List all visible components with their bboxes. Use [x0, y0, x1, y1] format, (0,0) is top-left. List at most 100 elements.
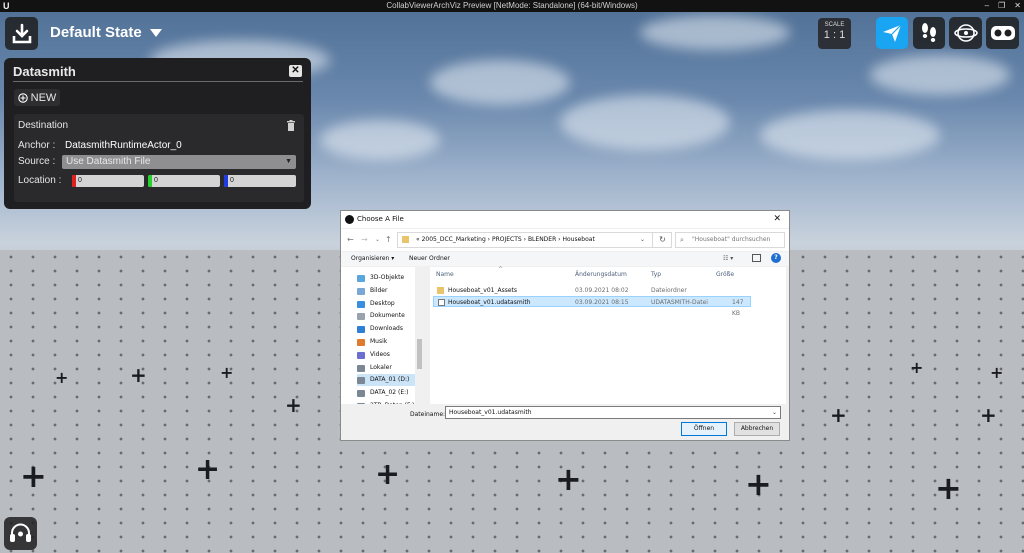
trash-icon[interactable] [286, 120, 296, 131]
filename-input[interactable]: Houseboat_v01.udatasmith ⌄ [445, 406, 781, 419]
location-icon [357, 390, 365, 398]
nav-item[interactable]: Videos [357, 349, 417, 361]
location-z-field[interactable]: 0 [224, 175, 296, 187]
file-row[interactable]: Houseboat_v01.udatasmith 03.09.2021 08:1… [433, 296, 751, 317]
column-header-size[interactable]: Größe [716, 271, 734, 278]
nav-scrollbar[interactable] [415, 267, 424, 404]
chevron-down-icon: ⌄ [771, 409, 777, 416]
nav-item[interactable]: Desktop [357, 298, 417, 310]
nav-item[interactable]: Dokumente [357, 310, 417, 322]
location-icon [357, 339, 365, 346]
nav-item[interactable]: Downloads [357, 323, 417, 335]
minimize-button[interactable]: – [985, 0, 989, 12]
download-button[interactable] [5, 17, 38, 50]
location-x-field[interactable]: 0 [72, 175, 144, 187]
cancel-button[interactable]: Abbrechen [734, 422, 780, 436]
address-bar[interactable]: « 2005_DCC_Marketing › PROJECTS › BLENDE… [397, 232, 672, 248]
navigation-pane: 3D-Objekte Bilder Desktop Dokumente Download… [341, 267, 424, 404]
close-window-button[interactable]: ✕ [1014, 0, 1021, 12]
organize-button[interactable]: Organisieren ▾ [351, 255, 394, 262]
nav-item[interactable]: Lokaler Datenträ [357, 362, 417, 383]
location-icon [357, 275, 365, 282]
nav-item-label: Musik [370, 338, 388, 345]
walk-button[interactable] [913, 17, 945, 49]
orbit-icon [953, 24, 978, 42]
nav-item-label: Videos [370, 350, 390, 358]
nav-item[interactable]: 2TB_Daten (F:) [357, 400, 417, 404]
new-folder-button[interactable]: Neuer Ordner [409, 255, 450, 262]
datasmith-panel: Datasmith ✕ NEW Destination Anchor : Dat… [4, 58, 311, 209]
support-button[interactable] [4, 517, 37, 550]
location-icon [357, 326, 365, 334]
scale-label: SCALE [824, 22, 845, 28]
nav-item[interactable]: DATA_02 (E:) [357, 387, 417, 399]
file-name: Houseboat_v01_Assets [448, 287, 518, 294]
orbit-button[interactable] [949, 17, 982, 49]
search-input[interactable]: ⌕ "Houseboat" durchsuchen [675, 232, 785, 248]
filename-row: Dateiname: Houseboat_v01.udatasmith ⌄ [341, 406, 789, 422]
file-icon [438, 299, 445, 306]
breadcrumb-item[interactable]: PROJECTS [492, 236, 522, 243]
scale-indicator[interactable]: SCALE 1 : 1 [818, 18, 851, 49]
back-arrow-icon[interactable]: ← [347, 235, 354, 244]
vr-button[interactable] [986, 17, 1019, 49]
column-header-name[interactable]: Name [436, 271, 454, 278]
location-icon [357, 287, 365, 295]
file-size: 147 KB [732, 299, 744, 317]
file-date: 03.09.2021 08:15 [575, 299, 629, 306]
maximize-button[interactable]: ❐ [998, 0, 1005, 12]
breadcrumb-item[interactable]: BLENDER [528, 236, 556, 243]
close-panel-button[interactable]: ✕ [289, 65, 302, 77]
location-icon [357, 300, 365, 308]
nav-item[interactable]: DATA_01 (D:) [357, 374, 417, 387]
nav-item[interactable]: Musik [357, 336, 417, 348]
preview-pane-icon[interactable] [752, 254, 761, 262]
add-circle-icon [17, 92, 28, 103]
teleport-button[interactable] [876, 17, 908, 49]
window-titlebar: U CollabViewerArchViz Preview [NetMode: … [0, 0, 1024, 12]
file-date: 03.09.2021 08:02 [575, 287, 629, 294]
new-button[interactable]: NEW [14, 89, 60, 106]
nav-item-label: 3D-Objekte [370, 274, 405, 281]
datasmith-title: Datasmith [13, 64, 76, 79]
forward-arrow-icon[interactable]: → [361, 235, 368, 244]
location-y-field[interactable]: 0 [148, 175, 220, 187]
dialog-close-button[interactable]: ✕ [773, 211, 781, 228]
breadcrumb-item[interactable]: 2005_DCC_Marketing [422, 236, 486, 243]
filename-label: Dateiname: [410, 411, 446, 418]
dialog-title: Choose A File [357, 215, 404, 223]
nav-item[interactable]: 3D-Objekte [357, 272, 417, 284]
column-header-date[interactable]: Änderungsdatum [575, 271, 627, 278]
unreal-logo-icon: U [3, 1, 10, 11]
search-icon: ⌕ [680, 236, 684, 244]
location-icon [357, 313, 365, 321]
up-arrow-icon[interactable]: ↑ [385, 235, 392, 244]
address-dropdown-icon[interactable]: ⌄ [640, 233, 645, 247]
help-icon[interactable]: ? [771, 253, 781, 263]
file-type: UDATASMITH-Datei [651, 299, 708, 306]
nav-item[interactable]: Bilder [357, 285, 417, 297]
source-select[interactable]: Use Datasmith File ▼ [62, 155, 296, 169]
filename-value: Houseboat_v01.udatasmith [449, 409, 532, 416]
view-options-icon[interactable]: ☷ ▾ [723, 255, 733, 262]
file-row[interactable]: Houseboat_v01_Assets 03.09.2021 08:02 Da… [433, 285, 751, 296]
choose-file-dialog: Choose A File ✕ ← → ⌄ ↑ « 2005_DCC_Marke… [340, 210, 790, 441]
location-icon [357, 377, 365, 385]
caret-down-icon [149, 28, 162, 37]
refresh-icon[interactable]: ↻ [652, 232, 672, 248]
open-button[interactable]: Öffnen [681, 422, 727, 436]
nav-item-label: 2TB_Daten (F:) [370, 402, 414, 404]
nav-item-label: DATA_01 (D:) [370, 376, 410, 384]
folder-icon [437, 287, 444, 294]
breadcrumb-item[interactable]: Houseboat [562, 236, 594, 243]
sort-indicator-icon: ^ [498, 266, 504, 273]
column-header-type[interactable]: Typ [651, 271, 661, 278]
unreal-logo-icon [345, 215, 354, 224]
recent-dropdown-icon[interactable]: ⌄ [375, 236, 380, 243]
state-selector[interactable]: Default State [50, 24, 162, 41]
new-button-label: NEW [30, 91, 57, 104]
folder-icon [402, 236, 409, 243]
location-icon [357, 351, 365, 359]
z-axis-indicator [224, 175, 228, 187]
nav-item-label: DATA_02 (E:) [370, 389, 409, 397]
